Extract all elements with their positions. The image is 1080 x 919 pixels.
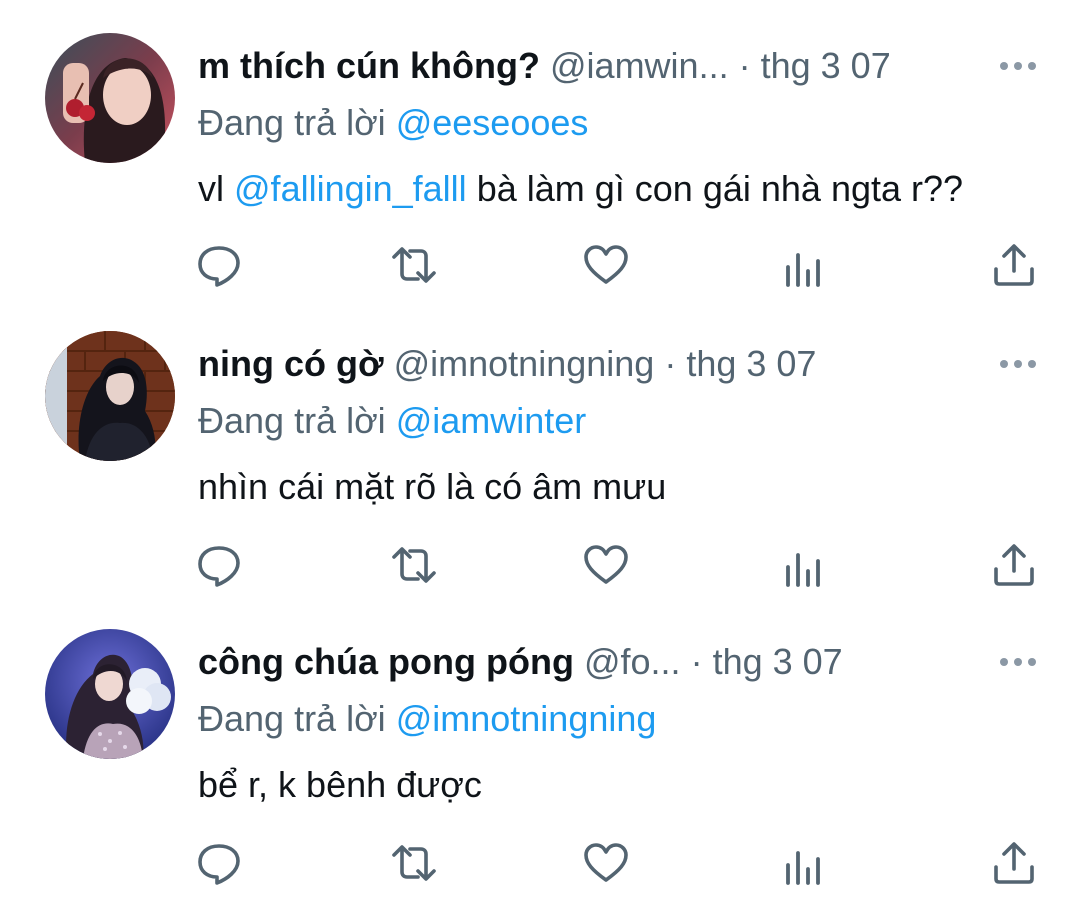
retweet-button[interactable] — [390, 241, 438, 289]
more-dots-icon — [1000, 658, 1036, 666]
like-icon — [584, 545, 628, 584]
reply-icon — [198, 246, 240, 287]
like-button[interactable] — [582, 541, 630, 589]
tweet-text: vl @fallingin_falll bà làm gì con gái nh… — [198, 167, 963, 211]
separator-dot: · — [690, 641, 703, 682]
reply-mention-link[interactable]: @iamwinter — [396, 400, 587, 441]
user-handle[interactable]: @iamwin... — [550, 45, 729, 86]
more-dots-icon — [1000, 62, 1036, 70]
reply-button[interactable] — [195, 241, 243, 289]
retweet-icon — [392, 547, 436, 583]
avatar-photo-icon — [45, 331, 175, 461]
views-button[interactable] — [780, 545, 828, 593]
more-dots-icon — [1000, 360, 1036, 368]
avatar[interactable] — [45, 33, 175, 163]
more-options-button[interactable] — [996, 652, 1040, 672]
like-button[interactable] — [582, 241, 630, 289]
tweet-text: nhìn cái mặt rõ là có âm mưu — [198, 465, 666, 509]
tweet[interactable]: công chúa pong póng @fo... · thg 3 07 Đa… — [0, 600, 1080, 900]
tweet-header: m thích cún không? @iamwin... · thg 3 07 — [198, 44, 891, 88]
retweet-button[interactable] — [390, 541, 438, 589]
replying-to: Đang trả lời @iamwinter — [198, 399, 586, 443]
separator-dot: · — [664, 343, 677, 384]
reply-icon — [198, 546, 240, 587]
more-options-button[interactable] — [996, 56, 1040, 76]
tweet-mention-link[interactable]: @fallingin_falll — [234, 168, 467, 209]
retweet-button[interactable] — [390, 839, 438, 887]
replying-to-label: Đang trả lời — [198, 400, 386, 441]
display-name[interactable]: công chúa pong póng — [198, 641, 574, 682]
share-button[interactable] — [990, 839, 1038, 887]
separator-dot: · — [738, 45, 751, 86]
share-icon — [994, 842, 1034, 884]
tweet-text-part: bà làm gì con gái nhà ngta r?? — [476, 168, 964, 209]
reply-icon — [198, 844, 240, 885]
views-button[interactable] — [780, 843, 828, 891]
timestamp[interactable]: thg 3 07 — [761, 45, 891, 86]
replying-to: Đang trả lời @imnotningning — [198, 697, 656, 741]
like-icon — [584, 245, 628, 284]
display-name[interactable]: ning có gờ — [198, 343, 384, 384]
share-icon — [994, 244, 1034, 286]
more-options-button[interactable] — [996, 354, 1040, 374]
share-button[interactable] — [990, 241, 1038, 289]
avatar-photo-icon — [45, 629, 175, 759]
replying-to-label: Đang trả lời — [198, 698, 386, 739]
user-handle[interactable]: @imnotningning — [394, 343, 655, 384]
reply-button[interactable] — [195, 541, 243, 589]
tweet-header: ning có gờ @imnotningning · thg 3 07 — [198, 342, 816, 386]
views-icon — [786, 553, 820, 587]
tweet-text-part: vl — [198, 168, 224, 209]
replying-to: Đang trả lời @eeseooes — [198, 101, 588, 145]
tweet-header: công chúa pong póng @fo... · thg 3 07 — [198, 640, 843, 684]
tweet-text: bể r, k bênh được — [198, 763, 482, 807]
timestamp[interactable]: thg 3 07 — [713, 641, 843, 682]
avatar[interactable] — [45, 331, 175, 461]
user-handle[interactable]: @fo... — [584, 641, 681, 682]
views-icon — [786, 851, 820, 885]
tweet[interactable]: m thích cún không? @iamwin... · thg 3 07… — [0, 0, 1080, 300]
timestamp[interactable]: thg 3 07 — [686, 343, 816, 384]
views-icon — [786, 253, 820, 287]
display-name[interactable]: m thích cún không? — [198, 45, 540, 86]
replying-to-label: Đang trả lời — [198, 102, 386, 143]
retweet-icon — [392, 845, 436, 881]
tweet-text-part: bể r, k bênh được — [198, 764, 482, 805]
share-icon — [994, 544, 1034, 586]
like-button[interactable] — [582, 839, 630, 887]
share-button[interactable] — [990, 541, 1038, 589]
tweet[interactable]: ning có gờ @imnotningning · thg 3 07 Đan… — [0, 300, 1080, 600]
avatar-photo-icon — [45, 33, 175, 163]
retweet-icon — [392, 247, 436, 283]
avatar[interactable] — [45, 629, 175, 759]
tweet-text-part: nhìn cái mặt rõ là có âm mưu — [198, 466, 667, 507]
reply-button[interactable] — [195, 839, 243, 887]
reply-mention-link[interactable]: @imnotningning — [396, 698, 657, 739]
views-button[interactable] — [780, 245, 828, 293]
reply-mention-link[interactable]: @eeseooes — [396, 102, 589, 143]
like-icon — [584, 843, 628, 882]
